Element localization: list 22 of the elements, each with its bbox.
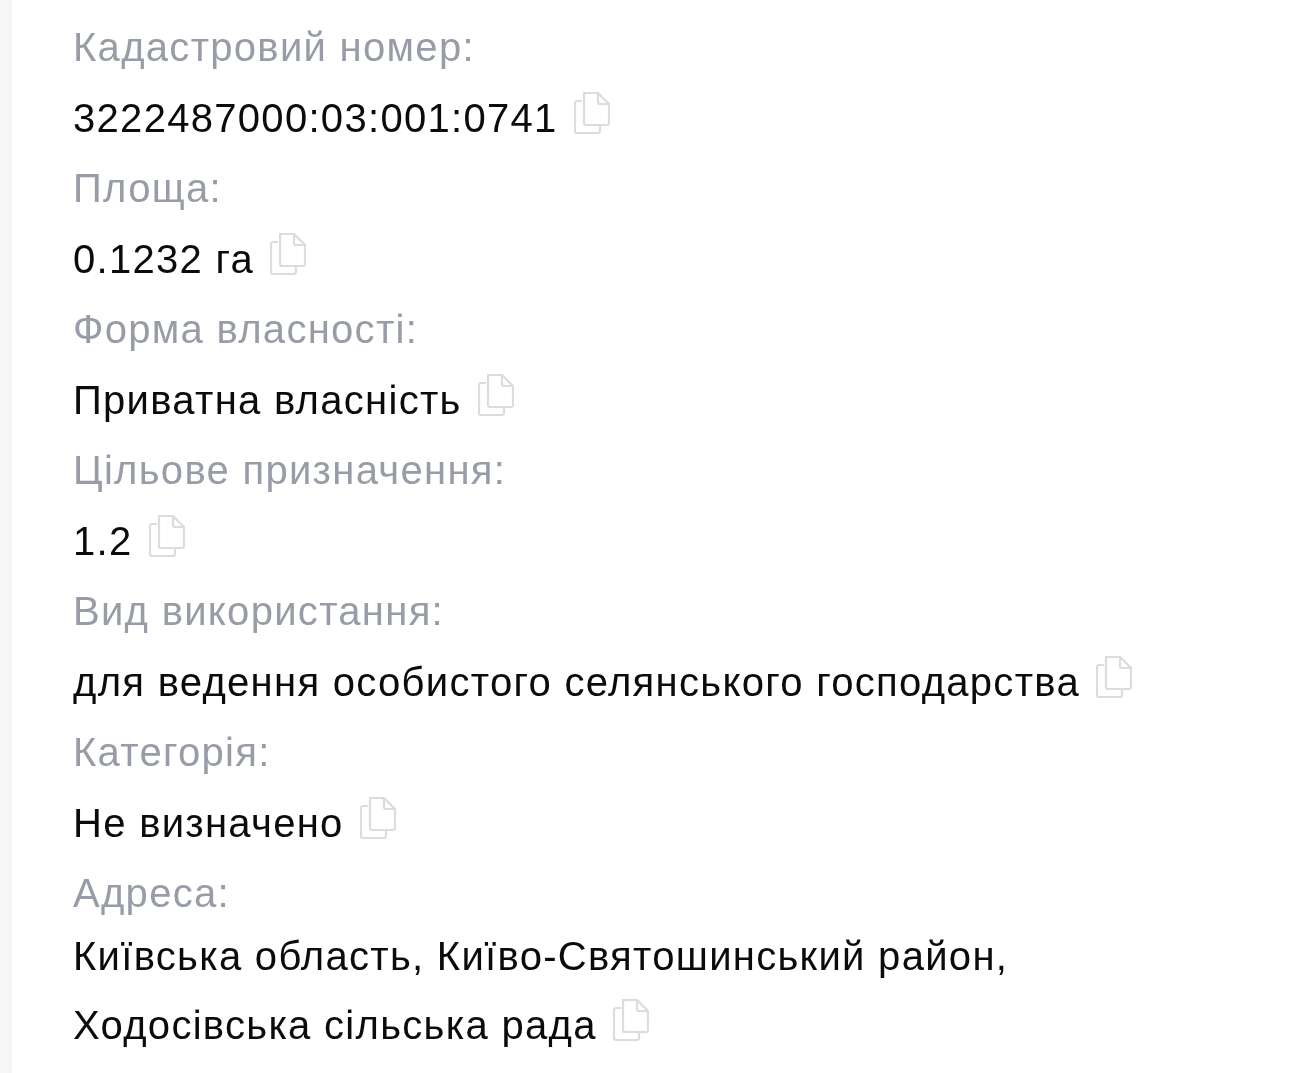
copy-icon[interactable] [1095,655,1132,698]
field-label: Категорія: [73,729,272,776]
field-value: для ведення особистого селянського господарства [73,659,1080,704]
field-label: Площа: [73,165,223,212]
copy-icon[interactable] [270,232,307,275]
field-label: Цільове призначення: [73,447,508,494]
field-value: 3222487000:03:001:0741 [73,95,558,140]
copy-icon[interactable] [573,91,610,134]
field-label: Форма власності: [73,306,420,353]
copy-icon[interactable] [477,373,514,416]
field-label: Вид використання: [73,588,446,635]
field-label: Кадастровий номер: [73,24,476,71]
field-value: Не визначено [73,800,344,845]
field-value: Приватна власність [73,377,462,422]
copy-icon[interactable] [359,796,396,839]
field-label: Адреса: [73,870,231,917]
copy-icon[interactable] [612,999,649,1041]
field-value: Київська область, Київо-Святошинський район, [73,933,1009,978]
copy-icon[interactable] [148,514,185,557]
field-value: 0.1232 га [73,236,255,281]
field-value: Ходосівська сільська рада [73,1003,597,1047]
field-value: 1.2 [73,518,133,563]
